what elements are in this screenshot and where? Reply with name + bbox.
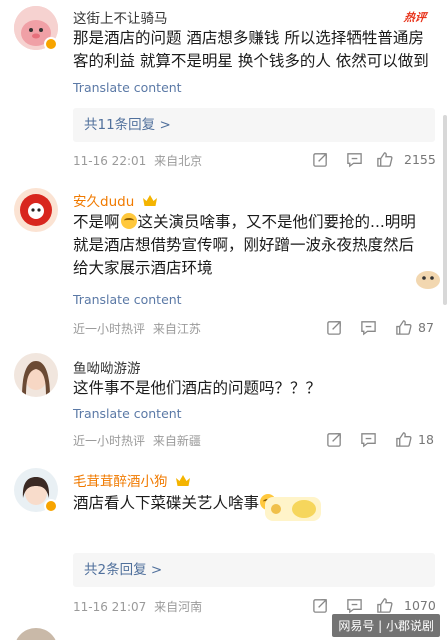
avatar[interactable] (14, 353, 58, 397)
comment-item: 鱼呦呦游游 这件事不是他们酒店的问题吗？？？ Translate content… (0, 340, 448, 455)
comment-location: 来自江苏 (152, 322, 201, 336)
comment-item: 这街上不让骑马 热评 那是酒店的问题 酒店想多赚钱 所以选择牺牲普通房客的利益 … (0, 0, 448, 170)
username[interactable]: 鱼呦呦游游 (73, 357, 141, 377)
comment-text: 酒店看人下菜碟关艺人啥事 (73, 492, 433, 515)
comment-actions: 18 (312, 431, 438, 449)
translate-link[interactable]: Translate content (73, 80, 182, 95)
translate-link[interactable]: Translate content (73, 292, 182, 307)
crown-icon (142, 195, 157, 206)
comment-text: 不是啊 这关演员啥事，又不是他们要抢的...明明就是酒店想借势宣传啊，刚好蹭一波永… (73, 213, 416, 277)
share-icon[interactable] (312, 597, 329, 614)
comment-time: 近一小时热评 (73, 322, 146, 336)
comment-location: 来自新疆 (152, 434, 201, 448)
comment-time: 11-16 21:07 (73, 600, 147, 614)
comment-icon[interactable] (360, 431, 377, 448)
like-count: 18 (418, 432, 434, 447)
comment-meta: 11-16 21:07 来自河南 (73, 598, 202, 615)
comment-icon[interactable] (346, 151, 363, 168)
username[interactable]: 这街上不让骑马 (73, 7, 168, 27)
like-icon[interactable] (376, 597, 393, 614)
hot-comment-tag: 热评 (403, 11, 427, 24)
share-icon[interactable] (326, 319, 343, 336)
comment-text: 那是酒店的问题 酒店想多赚钱 所以选择牺牲普通房客的利益 就算不是明星 换个钱多… (73, 29, 429, 70)
comment-actions: 1070 (312, 597, 438, 615)
verified-badge-icon (44, 499, 58, 513)
share-icon[interactable] (312, 151, 329, 168)
comment-location: 来自河南 (154, 600, 203, 614)
avatar-image (14, 188, 58, 232)
like-icon[interactable] (376, 151, 393, 168)
comment-meta: 11-16 22:01 来自北京 (73, 152, 202, 169)
comment-text: 这件事不是他们酒店的问题吗？？？ (73, 379, 322, 397)
translate-link[interactable]: Translate content (73, 406, 182, 421)
share-icon[interactable] (326, 431, 343, 448)
watermark: 网易号 | 小郡说剧 (332, 614, 440, 637)
like-icon[interactable] (395, 431, 412, 448)
comment-meta: 近一小时热评 来自新疆 (73, 432, 201, 449)
username[interactable]: 安久dudu (73, 190, 158, 210)
comment-actions: 87 (312, 319, 438, 337)
comment-icon[interactable] (360, 319, 377, 336)
comment-actions: 2155 (312, 151, 438, 169)
comment-item: 安久dudu 不是啊 这关演员啥事，又不是他们要抢的...明明就是酒店想借势宣传啊… (0, 175, 448, 340)
comment-time: 11-16 22:01 (73, 154, 147, 168)
username[interactable]: 毛茸茸醉酒小狗 (73, 470, 191, 490)
comment-location: 来自北京 (154, 154, 203, 168)
comment-meta: 近一小时热评 来自江苏 (73, 320, 201, 337)
verified-badge-icon (44, 37, 58, 51)
sweat-emoji-icon (120, 213, 137, 229)
next-comment-avatar[interactable] (14, 628, 58, 640)
view-replies-button[interactable]: 共2条回复 > (73, 553, 435, 587)
scrollbar[interactable] (443, 115, 447, 305)
sticker-image (416, 271, 440, 289)
view-replies-button[interactable]: 共11条回复 > (73, 108, 435, 142)
like-icon[interactable] (395, 319, 412, 336)
like-count: 1070 (404, 598, 436, 613)
comment-icon[interactable] (346, 597, 363, 614)
like-count: 87 (418, 320, 434, 335)
comment-time: 近一小时热评 (73, 434, 146, 448)
avatar-image (14, 353, 58, 397)
comment-item: 毛茸茸醉酒小狗 酒店看人下菜碟关艺人啥事 共2条回复 > 11-16 21:07… (0, 455, 448, 620)
sticker-image (265, 497, 321, 521)
crown-icon (175, 475, 190, 486)
like-count: 2155 (404, 152, 436, 167)
avatar[interactable] (14, 188, 58, 232)
